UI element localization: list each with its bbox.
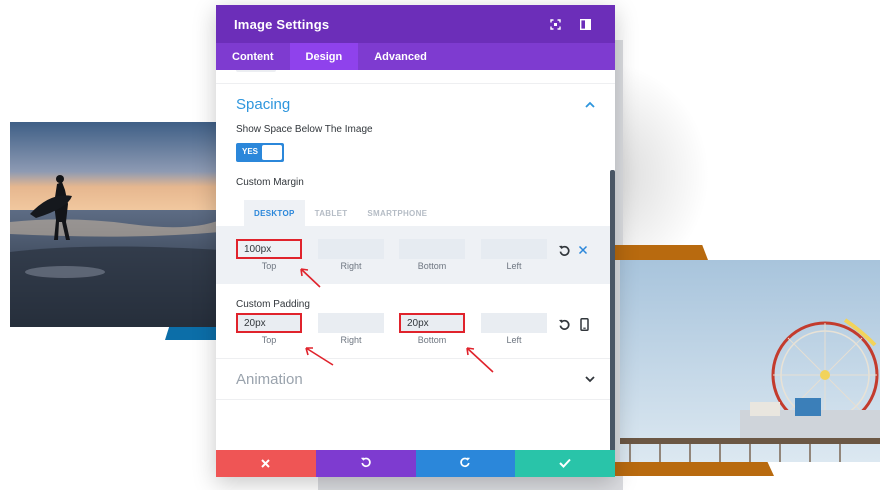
ferris-wheel-pier-photo [620,260,880,462]
show-space-label: Show Space Below The Image [236,124,373,135]
margin-right-caption: Right [340,261,362,271]
modal-title: Image Settings [234,16,330,32]
margin-bottom-caption: Bottom [417,261,447,271]
modal-footer [216,450,615,477]
close-icon [261,455,271,473]
redo-button[interactable] [415,450,516,477]
save-button[interactable] [515,450,615,477]
image-settings-modal: Image Settings Content Design Advanced S… [216,5,615,477]
padding-top-caption: Top [261,335,277,345]
reset-icon[interactable] [557,317,571,331]
chevron-up-icon [585,95,595,113]
undo-icon [360,455,372,473]
padding-left-caption: Left [506,335,522,345]
show-space-toggle[interactable]: YES [236,143,284,162]
padding-top-input[interactable] [236,313,302,333]
tab-design[interactable]: Design [289,43,359,70]
margin-bottom-input[interactable] [399,239,465,259]
modal-body: Spacing Show Space Below The Image YES C… [216,70,615,450]
section-divider [216,399,610,400]
animation-section-title: Animation [236,370,303,388]
tab-content[interactable]: Content [216,43,290,70]
tab-desktop[interactable]: DESKTOP [244,200,305,226]
spacing-section-toggle[interactable]: Spacing [216,88,615,120]
decorative-orange-strip-top [612,245,708,260]
padding-left-input[interactable] [481,313,547,333]
sidebar-icon[interactable] [573,12,597,36]
custom-margin-label: Custom Margin [236,177,304,188]
padding-right-input[interactable] [318,313,384,333]
decorative-blue-strip [165,326,220,340]
padding-bottom-input[interactable] [399,313,465,333]
padding-right-caption: Right [340,335,362,345]
expand-icon[interactable] [543,12,567,36]
margin-right-input[interactable] [318,239,384,259]
previous-section-edge [216,70,615,84]
custom-margin-row: Top Right Bottom Left [216,226,610,284]
margin-left-input[interactable] [481,239,547,259]
undo-button[interactable] [315,450,416,477]
spacing-section-title: Spacing [236,95,291,113]
redo-icon [459,455,471,473]
margin-top-input[interactable] [236,239,302,259]
surfer-beach-photo [10,122,220,327]
toggle-value: YES [242,147,259,156]
check-icon [559,455,571,473]
custom-padding-label: Custom Padding [236,299,310,310]
cancel-button[interactable] [216,450,316,477]
custom-padding-row: Top Right Bottom Left [216,310,610,358]
reset-icon[interactable] [557,243,571,257]
scrollbar[interactable] [610,170,615,450]
tab-tablet[interactable]: TABLET [305,200,358,226]
animation-section-toggle[interactable]: Animation [216,359,615,399]
margin-left-caption: Left [506,261,522,271]
tab-smartphone[interactable]: SMARTPHONE [357,200,437,226]
margin-top-caption: Top [261,261,277,271]
chevron-down-icon [585,370,595,388]
close-icon[interactable] [576,243,590,257]
modal-header: Image Settings [216,5,615,43]
tab-advanced[interactable]: Advanced [358,43,443,70]
decorative-orange-strip-bottom [612,462,774,476]
toggle-knob [262,145,282,160]
padding-bottom-caption: Bottom [417,335,447,345]
modal-tabs: Content Design Advanced [216,43,615,70]
device-tabs: DESKTOP TABLET SMARTPHONE [244,200,615,226]
smartphone-icon[interactable] [577,317,591,331]
